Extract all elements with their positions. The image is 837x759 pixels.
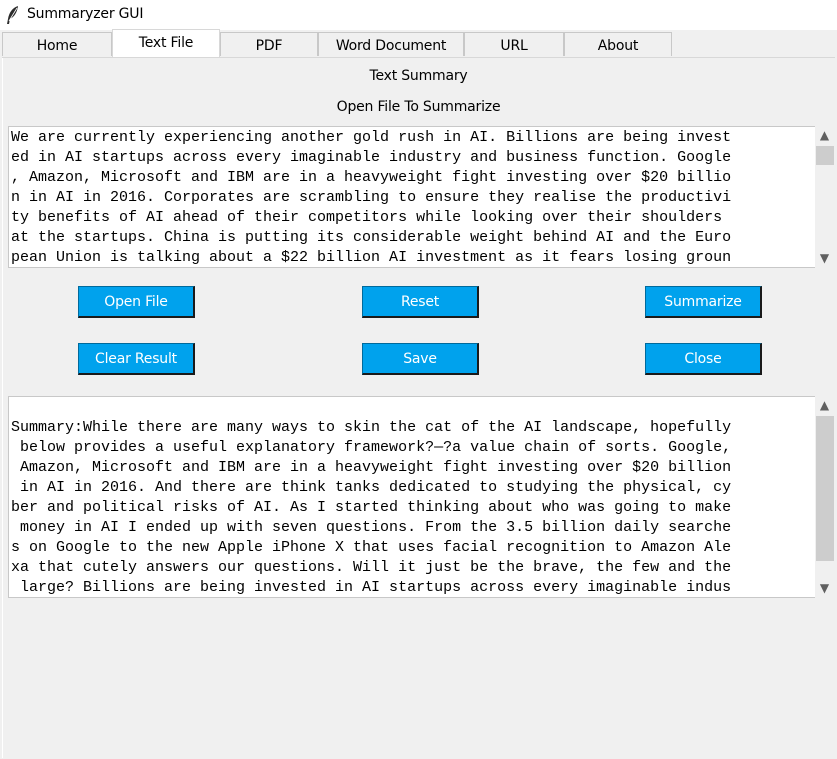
tab-about[interactable]: About	[564, 32, 672, 56]
input-text-area[interactable]: We are currently experiencing another go…	[8, 126, 816, 268]
tab-url[interactable]: URL	[464, 32, 564, 56]
scroll-up-arrow-icon[interactable]: ▲	[815, 397, 834, 413]
result-scroll-thumb[interactable]	[816, 416, 834, 561]
scroll-down-arrow-icon[interactable]: ▼	[815, 250, 834, 266]
close-button[interactable]: Close	[645, 343, 762, 375]
scroll-down-arrow-icon[interactable]: ▼	[815, 580, 834, 596]
window-title: Summaryzer GUI	[27, 6, 144, 22]
summarize-button[interactable]: Summarize	[645, 286, 762, 318]
result-text-area[interactable]: Summary:While there are many ways to ski…	[8, 396, 816, 598]
reset-button[interactable]: Reset	[362, 286, 479, 318]
result-text: Summary:While there are many ways to ski…	[11, 419, 732, 596]
section-heading: Text Summary	[369, 68, 468, 84]
input-text: We are currently experiencing another go…	[11, 129, 732, 266]
open-file-prompt: Open File To Summarize	[336, 99, 501, 115]
tab-word-document[interactable]: Word Document	[318, 32, 464, 56]
save-button[interactable]: Save	[362, 343, 479, 375]
result-scrollbar[interactable]: ▲ ▼	[815, 396, 834, 598]
tab-text-file[interactable]: Text File	[112, 29, 220, 57]
input-scrollbar[interactable]: ▲ ▼	[815, 126, 834, 268]
feather-icon	[6, 5, 20, 25]
scroll-up-arrow-icon[interactable]: ▲	[815, 127, 834, 143]
title-bar: Summaryzer GUI	[0, 0, 837, 30]
tab-pdf[interactable]: PDF	[220, 32, 318, 56]
tab-home[interactable]: Home	[2, 32, 112, 56]
clear-result-button[interactable]: Clear Result	[78, 343, 195, 375]
input-scroll-thumb[interactable]	[816, 146, 834, 165]
open-file-button[interactable]: Open File	[78, 286, 195, 318]
tab-bar: Home Text File PDF Word Document URL Abo…	[2, 29, 835, 57]
